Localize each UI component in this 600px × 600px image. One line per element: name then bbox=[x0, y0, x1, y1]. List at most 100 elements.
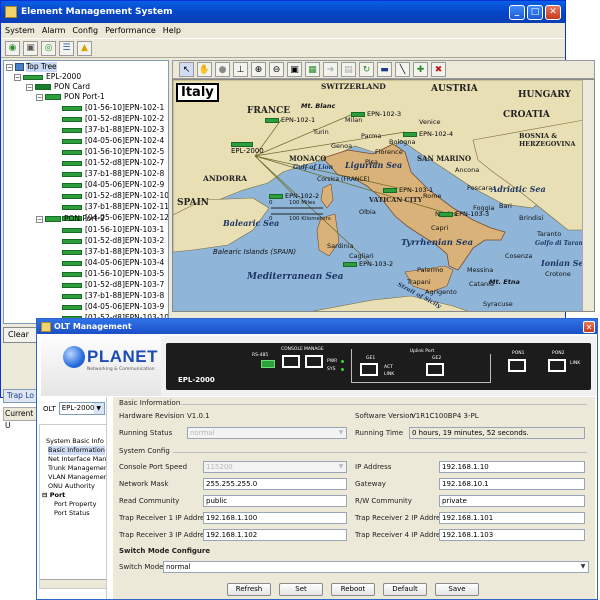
tree-onu-item[interactable]: [37-b1-88]EPN-103-3 bbox=[62, 247, 164, 257]
tree-onu-item[interactable]: [01-56-10]EPN-103-1 bbox=[62, 225, 164, 235]
tree-card[interactable]: − PON Card bbox=[26, 82, 90, 92]
tree-onu-item[interactable]: [01-56-10]EPN-102-5 bbox=[62, 147, 164, 157]
tree-onu-item[interactable]: [01-52-d8]EPN-102-7 bbox=[62, 158, 164, 168]
collapse-icon[interactable]: − bbox=[26, 83, 33, 91]
menu-config[interactable]: Config bbox=[72, 26, 98, 35]
olt-select[interactable]: EPL-2000 ▼ bbox=[58, 402, 105, 415]
onu-node[interactable]: EPN-103-2 bbox=[343, 260, 393, 268]
trap-receiver-4-input[interactable]: 192.168.1.103 bbox=[439, 529, 585, 541]
tree-onu-label: [01-56-10]EPN-102-1 bbox=[85, 103, 165, 112]
map-vertical-scrollbar[interactable] bbox=[582, 80, 594, 311]
nav-port-status[interactable]: Port Status bbox=[54, 509, 90, 518]
onu-node[interactable]: EPN-102-3 bbox=[351, 110, 401, 118]
hand-icon[interactable]: ✋ bbox=[197, 62, 212, 77]
menu-system[interactable]: System bbox=[5, 26, 35, 35]
tree-onu-item[interactable]: [04-05-06]EPN-102-9 bbox=[62, 180, 164, 190]
collapse-icon[interactable]: − bbox=[14, 73, 21, 81]
ip-address-label: IP Address bbox=[355, 463, 392, 471]
nav-onu-authority[interactable]: ONU Authority bbox=[48, 482, 95, 491]
tree-onu-item[interactable]: [37-b1-88]EPN-103-8 bbox=[62, 291, 164, 301]
tree-pon-port-2[interactable]: − PON Port-2 bbox=[36, 214, 105, 224]
tree-device[interactable]: − EPL-2000 bbox=[14, 72, 81, 82]
gateway-input[interactable]: 192.168.10.1 bbox=[439, 478, 585, 490]
onu-device-icon bbox=[351, 111, 365, 117]
tree-onu-label: [01-52-d8]EPN-102-2 bbox=[85, 114, 165, 123]
fit-icon[interactable]: ▣ bbox=[287, 62, 302, 77]
olt-node[interactable]: EPL-2000 bbox=[231, 142, 264, 155]
nav-basic-information[interactable]: Basic Information bbox=[48, 446, 105, 455]
italy-map[interactable]: Italy FRANCE SWITZERLAND AUSTRIA HUNGARY… bbox=[172, 79, 595, 312]
close-button[interactable]: ✕ bbox=[583, 320, 595, 333]
onu-node[interactable]: EPN-102-1 bbox=[265, 116, 315, 124]
close-button[interactable]: ✕ bbox=[545, 4, 561, 20]
onu-node[interactable]: EPN-102-4 bbox=[403, 130, 453, 138]
network-mask-input[interactable]: 255.255.255.0 bbox=[203, 478, 347, 490]
circle-icon[interactable]: ● bbox=[215, 62, 230, 77]
tree-root[interactable]: − Top Tree bbox=[6, 62, 57, 72]
ip-address-input[interactable]: 192.168.1.10 bbox=[439, 461, 585, 473]
add-icon[interactable]: ✚ bbox=[413, 62, 428, 77]
zoom-out-icon[interactable]: ⊖ bbox=[269, 62, 284, 77]
collapse-icon[interactable]: − bbox=[36, 215, 43, 223]
tree-onu-item[interactable]: [01-56-10]EPN-103-5 bbox=[62, 269, 164, 279]
tree-onu-item[interactable]: [01-52-d8]EPN-102-2 bbox=[62, 114, 164, 124]
switch-mode-select[interactable]: normal ▼ bbox=[163, 561, 589, 573]
zoom-in-icon[interactable]: ⊕ bbox=[251, 62, 266, 77]
tree-onu-item[interactable]: [04-05-06]EPN-103-4 bbox=[62, 258, 164, 268]
menu-help[interactable]: Help bbox=[163, 26, 181, 35]
trap-receiver-1-input[interactable]: 192.168.1.100 bbox=[203, 512, 347, 524]
tree-onu-item[interactable]: [01-52-d8]EPN-103-2 bbox=[62, 236, 164, 246]
tree-onu-item[interactable]: [37-b1-88]EPN-102-11 bbox=[62, 202, 168, 212]
nav-horizontal-scrollbar[interactable] bbox=[40, 579, 106, 588]
save-map-icon[interactable]: ▤ bbox=[341, 62, 356, 77]
refresh-button[interactable]: Refresh bbox=[227, 583, 271, 596]
connect-icon[interactable]: ◉ bbox=[5, 40, 20, 56]
tree-onu-item[interactable]: [01-52-d8]EPN-102-10 bbox=[62, 191, 168, 201]
tree-pon-port-1[interactable]: − PON Port-1 bbox=[36, 92, 105, 102]
pointer-icon[interactable]: ↖ bbox=[179, 62, 194, 77]
delete-icon[interactable]: ✖ bbox=[431, 62, 446, 77]
trap-receiver-3-input[interactable]: 192.168.1.102 bbox=[203, 529, 347, 541]
minimize-button[interactable]: _ bbox=[509, 4, 525, 20]
trap-receiver-2-input[interactable]: 192.168.1.101 bbox=[439, 512, 585, 524]
menu-performance[interactable]: Performance bbox=[105, 26, 156, 35]
tree-onu-item[interactable]: [37-b1-88]EPN-102-3 bbox=[62, 125, 164, 135]
tree-onu-item[interactable]: [01-52-d8]EPN-103-7 bbox=[62, 280, 164, 290]
nav-vlan-management[interactable]: VLAN Managemer bbox=[48, 473, 106, 482]
tree-onu-item[interactable]: [01-56-10]EPN-102-1 bbox=[62, 103, 164, 113]
tree-onu-item[interactable]: [37-b1-88]EPN-102-8 bbox=[62, 169, 164, 179]
nav-trunk-management[interactable]: Trunk Managemer bbox=[48, 464, 106, 473]
list-icon[interactable]: ☰ bbox=[59, 40, 74, 56]
tree-onu-label: [01-52-d8]EPN-103-2 bbox=[85, 236, 165, 245]
save-button[interactable]: Save bbox=[435, 583, 479, 596]
refresh-icon[interactable]: ◎ bbox=[41, 40, 56, 56]
onu-node[interactable]: EPN-103-3 bbox=[439, 210, 489, 218]
menu-alarm[interactable]: Alarm bbox=[42, 26, 66, 35]
collapse-icon[interactable]: ⊟ bbox=[42, 491, 47, 499]
nav-net-interface[interactable]: Net Interface Mana bbox=[48, 455, 106, 464]
tree-onu-item[interactable]: [04-05-06]EPN-103-9 bbox=[62, 302, 164, 312]
rw-community-input[interactable]: private bbox=[439, 495, 585, 507]
default-button[interactable]: Default bbox=[383, 583, 427, 596]
nav-system-basic-info[interactable]: System Basic Info bbox=[46, 437, 104, 446]
grid-icon[interactable]: ▦ bbox=[305, 62, 320, 77]
maximize-button[interactable]: □ bbox=[527, 4, 543, 20]
read-community-input[interactable]: public bbox=[203, 495, 347, 507]
monitor-icon[interactable]: ▬ bbox=[377, 62, 392, 77]
collapse-icon[interactable]: − bbox=[6, 63, 13, 71]
onu-node[interactable]: EPN-102-2 bbox=[269, 192, 319, 200]
map-title-badge: Italy bbox=[176, 83, 219, 102]
onu-node[interactable]: EPN-103-1 bbox=[383, 186, 433, 194]
device-icon[interactable]: ▣ bbox=[23, 40, 38, 56]
forward-icon[interactable]: ➜ bbox=[323, 62, 338, 77]
tree-layout-icon[interactable]: ⊥ bbox=[233, 62, 248, 77]
alarm-icon[interactable]: ▲ bbox=[77, 40, 92, 56]
nav-port-property[interactable]: Port Property bbox=[54, 500, 96, 509]
tree-onu-item[interactable]: [04-05-06]EPN-102-4 bbox=[62, 136, 164, 146]
reload-icon[interactable]: ↻ bbox=[359, 62, 374, 77]
line-icon[interactable]: ╲ bbox=[395, 62, 410, 77]
collapse-icon[interactable]: − bbox=[36, 93, 43, 101]
set-button[interactable]: Set bbox=[279, 583, 323, 596]
reboot-button[interactable]: Reboot bbox=[331, 583, 375, 596]
nav-port[interactable]: ⊟ Port bbox=[42, 491, 65, 500]
